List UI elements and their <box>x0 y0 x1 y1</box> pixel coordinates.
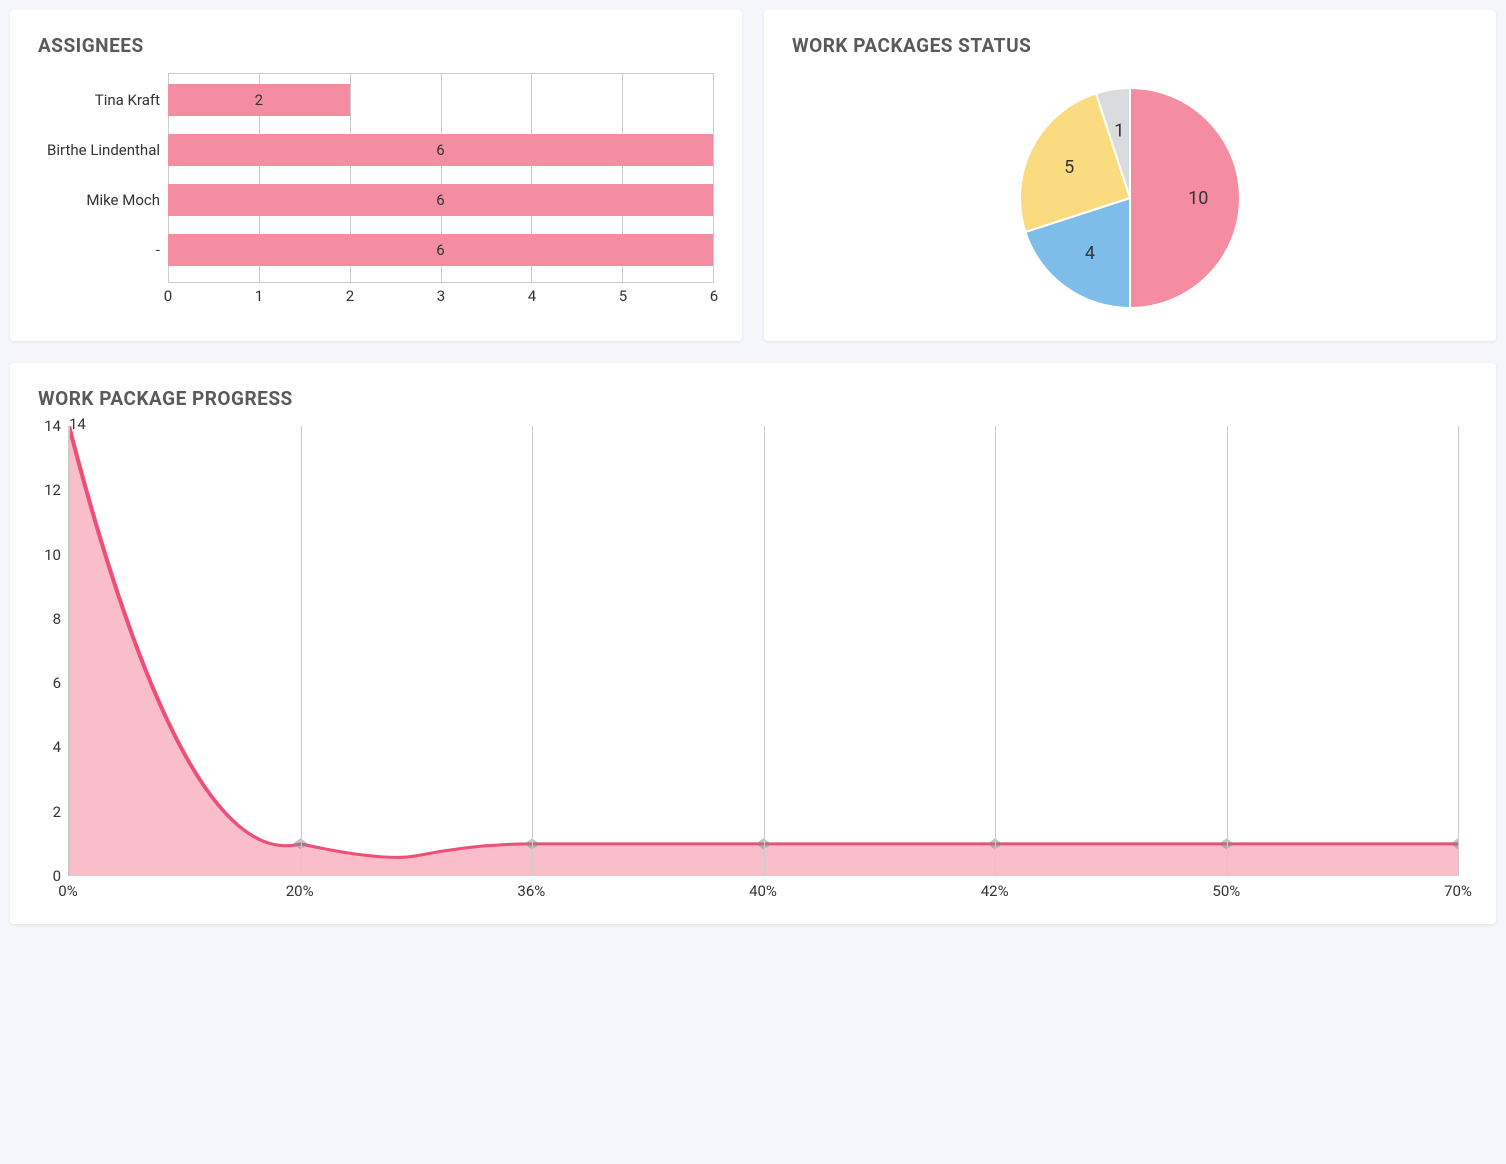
bar-x-tick: 0 <box>164 287 172 305</box>
area-y-tick: 14 <box>44 417 69 435</box>
progress-area-chart: 0246810121414 0%20%36%40%42%50%70% <box>68 426 1458 906</box>
area-gridline <box>764 426 765 876</box>
area-gridline <box>995 426 996 876</box>
status-card: WORK PACKAGES STATUS 10 4 5 1 <box>764 10 1496 341</box>
pie-slice <box>1130 88 1240 308</box>
pie-slice-label: 1 <box>1114 121 1124 142</box>
pie-slice-label: 10 <box>1188 188 1208 209</box>
progress-card: WORK PACKAGE PROGRESS 0246810121414 0%20… <box>10 363 1496 924</box>
bar-fill: 6 <box>168 134 713 166</box>
status-title: WORK PACKAGES STATUS <box>792 34 1468 57</box>
bar-category-label: Mike Moch <box>43 191 168 209</box>
area-y-tick: 12 <box>44 481 69 499</box>
bar-x-tick: 2 <box>346 287 354 305</box>
area-x-tick: 70% <box>1444 882 1472 900</box>
bar-fill: 2 <box>168 84 350 116</box>
area-gridline <box>1458 426 1459 876</box>
progress-title: WORK PACKAGE PROGRESS <box>38 387 1468 410</box>
area-x-tick: 50% <box>1212 882 1240 900</box>
assignees-card: ASSIGNEES Tina Kraft2Birthe Lindenthal6M… <box>10 10 742 341</box>
area-gridline <box>69 426 70 876</box>
bar-gridline <box>713 74 714 282</box>
area-x-tick: 20% <box>286 882 314 900</box>
bar-row: Mike Moch6 <box>168 180 713 220</box>
area-y-tick: 6 <box>53 674 69 692</box>
bar-category-label: Birthe Lindenthal <box>43 141 168 159</box>
bar-fill: 6 <box>168 184 713 216</box>
bar-row: -6 <box>168 230 713 270</box>
bar-x-tick: 4 <box>528 287 536 305</box>
bar-row: Tina Kraft2 <box>168 80 713 120</box>
area-x-tick: 42% <box>981 882 1009 900</box>
area-gridline <box>1227 426 1228 876</box>
area-y-tick: 8 <box>53 610 69 628</box>
bar-row: Birthe Lindenthal6 <box>168 130 713 170</box>
area-x-tick: 36% <box>517 882 545 900</box>
area-gridline <box>301 426 302 876</box>
dashboard: ASSIGNEES Tina Kraft2Birthe Lindenthal6M… <box>10 10 1496 924</box>
area-x-tick: 40% <box>749 882 777 900</box>
bar-category-label: - <box>43 241 168 259</box>
area-y-tick: 10 <box>44 546 69 564</box>
bar-category-label: Tina Kraft <box>43 91 168 109</box>
area-point-label: 14 <box>69 415 90 435</box>
area-y-tick: 2 <box>53 803 69 821</box>
area-y-tick: 4 <box>53 738 69 756</box>
bar-x-tick: 6 <box>710 287 718 305</box>
bar-x-tick: 1 <box>255 287 263 305</box>
area-gridline <box>532 426 533 876</box>
pie-slice-label: 4 <box>1085 243 1095 264</box>
assignees-bar-chart: Tina Kraft2Birthe Lindenthal6Mike Moch6-… <box>38 73 714 309</box>
area-x-tick: 0% <box>58 882 77 900</box>
bar-x-tick: 3 <box>437 287 445 305</box>
assignees-title: ASSIGNEES <box>38 34 714 57</box>
bar-x-tick: 5 <box>619 287 627 305</box>
bar-fill: 6 <box>168 234 713 266</box>
status-pie-chart: 10 4 5 1 <box>792 73 1468 323</box>
pie-slice-label: 5 <box>1064 157 1074 178</box>
